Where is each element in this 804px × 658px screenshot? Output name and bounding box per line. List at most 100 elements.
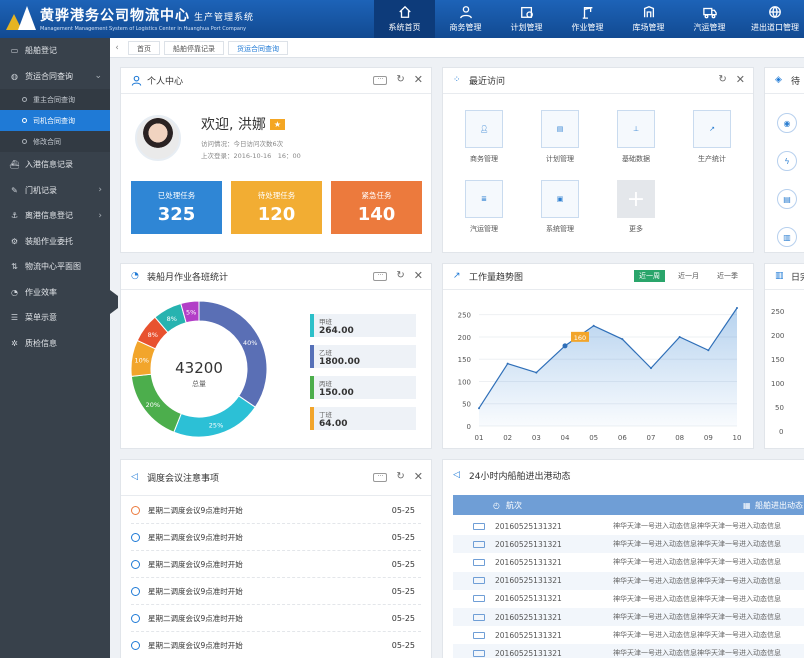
recent-item-system[interactable]: ▣ 系统管理 bbox=[534, 180, 586, 234]
refresh-icon[interactable]: ↻ bbox=[718, 75, 726, 85]
more-icon[interactable]: ··· bbox=[373, 472, 388, 482]
sidebar-item-quality[interactable]: ✲ 质检信息 bbox=[0, 331, 110, 357]
sidebar-item-departure[interactable]: ⚓ 离港信息登记 › bbox=[0, 203, 110, 229]
recent-item-statistics[interactable]: ↗ 生产统计 bbox=[686, 110, 738, 164]
chevron-left-icon[interactable]: ‹ bbox=[110, 43, 124, 53]
recent-item-truck[interactable]: ≣ 汽运管理 bbox=[458, 180, 510, 234]
ship-row[interactable]: 20160525131321 神华天津一号进入动态信息神华天津一号进入动态信息 bbox=[453, 608, 804, 626]
star-badge: ★ bbox=[269, 119, 285, 130]
recent-item-business[interactable]: 👤︎ 商务管理 bbox=[458, 110, 510, 164]
sidebar-item-efficiency[interactable]: ◔ 作业效率 bbox=[0, 280, 110, 306]
user-icon bbox=[459, 6, 472, 19]
ship-row[interactable]: 20160525131321 神华天津一号进入动态信息神华天津一号进入动态信息 bbox=[453, 571, 804, 590]
topnav-item-gate[interactable]: 进出道口管理 bbox=[740, 0, 804, 38]
clock-icon: ◴ bbox=[493, 500, 500, 510]
stat-label: 已处理任务 bbox=[157, 191, 196, 200]
svg-text:200: 200 bbox=[771, 332, 784, 340]
meeting-row[interactable]: 星期二调度会议9点准时开始 05-25 bbox=[131, 497, 421, 524]
trend-point bbox=[736, 307, 738, 309]
stat-card-pending[interactable]: 待处理任务 120 bbox=[231, 181, 322, 234]
sidebar-item-entry-record[interactable]: ⛴ 入港信息记录 bbox=[0, 152, 110, 178]
sidebar-item-contract-query[interactable]: ◍ 货运合同查询 ⌄ bbox=[0, 64, 110, 90]
ship-status: 神华天津一号进入动态信息神华天津一号进入动态信息 bbox=[613, 576, 781, 585]
sidebar-item-ship-register[interactable]: ▭ 船舶登记 bbox=[0, 38, 110, 64]
notice-icon[interactable]: ◉ bbox=[777, 113, 797, 133]
more-icon[interactable]: ··· bbox=[373, 75, 388, 85]
ship-status: 神华天津一号进入动态信息神华天津一号进入动态信息 bbox=[613, 594, 781, 603]
tab-week[interactable]: 近一周 bbox=[634, 270, 665, 282]
topnav-item-home[interactable]: 系统首页 bbox=[374, 0, 435, 38]
flash-icon[interactable]: ϟ bbox=[777, 151, 797, 171]
sidebar-item-crane-record[interactable]: ✎ 门机记录 › bbox=[0, 178, 110, 204]
settings-doc-icon: ▣ bbox=[541, 180, 579, 218]
recent-item-plan[interactable]: ▤ 计划管理 bbox=[534, 110, 586, 164]
legend-value: 1800.00 bbox=[319, 357, 360, 367]
x-tick-label: 03 bbox=[532, 434, 541, 442]
close-icon[interactable]: ✕ bbox=[414, 74, 423, 85]
topnav-item-truck[interactable]: 汽运管理 bbox=[679, 0, 740, 38]
grid-icon: ⁘ bbox=[453, 75, 461, 85]
trend-point bbox=[562, 343, 568, 349]
pie-slice bbox=[198, 300, 268, 408]
gauge-icon: ◔ bbox=[11, 287, 18, 297]
sidebar: ▭ 船舶登记 ◍ 货运合同查询 ⌄ 重主合同查询 司机合同查询 修改合同 ⛴ 入港信息记… bbox=[0, 38, 110, 658]
ship-row[interactable]: 20160525131321 神华天津一号进入动态信息神华天津一号进入动态信息 bbox=[453, 553, 804, 571]
sidebar-item-label: 货运合同查询 bbox=[25, 71, 73, 81]
ship-row[interactable]: 20160525131321 神华天津一号进入动态信息神华天津一号进入动态信息 bbox=[453, 626, 804, 644]
ship-row[interactable]: 20160525131321 神华天津一号进入动态信息神华天津一号进入动态信息 bbox=[453, 517, 804, 535]
meeting-row[interactable]: 星期二调度会议9点准时开始 05-25 bbox=[131, 524, 421, 551]
stat-value: 140 bbox=[357, 204, 396, 225]
sidebar-item-menu-demo[interactable]: ☰ 菜单示意 bbox=[0, 305, 110, 331]
recent-item-more[interactable]: + 更多 bbox=[610, 180, 662, 234]
tab-ship-record[interactable]: 船舶停靠记录 bbox=[164, 40, 224, 55]
megaphone-icon: ◁ bbox=[131, 472, 138, 482]
doc-icon[interactable]: ▤ bbox=[777, 189, 797, 209]
meeting-row[interactable]: 星期二调度会议9点准时开始 05-25 bbox=[131, 632, 421, 658]
pie-total-value: 43200 bbox=[175, 359, 223, 377]
sidebar-subitem-active[interactable]: 司机合同查询 bbox=[0, 110, 110, 131]
doc-icon[interactable]: ▥ bbox=[777, 227, 797, 247]
topnav-item-business[interactable]: 商务管理 bbox=[435, 0, 496, 38]
refresh-icon[interactable]: ↻ bbox=[396, 75, 404, 85]
tab-month[interactable]: 近一月 bbox=[673, 270, 704, 282]
sidebar-subitem[interactable]: 修改合同 bbox=[0, 131, 110, 152]
ship-row[interactable]: 20160525131321 神华天津一号进入动态信息神华天津一号进入动态信息 bbox=[453, 535, 804, 554]
panel-title: 个人中心 bbox=[147, 77, 184, 87]
meeting-panel: ◁ 调度会议注意事项 ··· ↻ ✕ 星期二调度会议9点准时开始 05-25 星期二调度会… bbox=[120, 459, 432, 658]
sidebar-item-label: 门机记录 bbox=[25, 185, 57, 195]
stat-card-processed[interactable]: 已处理任务 325 bbox=[131, 181, 222, 234]
chevron-right-icon: › bbox=[98, 185, 102, 196]
close-icon[interactable]: ✕ bbox=[736, 74, 745, 85]
user-icon: 👤︎ bbox=[465, 110, 503, 148]
sidebar-item-floorplan[interactable]: ⇅ 物流中心平面图 bbox=[0, 254, 110, 280]
close-icon[interactable]: ✕ bbox=[414, 270, 423, 281]
legend-label: 丙班 bbox=[319, 380, 332, 388]
clock-icon bbox=[131, 613, 140, 623]
topnav-item-operation[interactable]: 作业管理 bbox=[557, 0, 618, 38]
more-icon[interactable]: ··· bbox=[373, 271, 388, 281]
ship-status: 神华天津一号进入动态信息神华天津一号进入动态信息 bbox=[613, 558, 781, 567]
ship-status: 神华天津一号进入动态信息神华天津一号进入动态信息 bbox=[613, 522, 781, 530]
meeting-row[interactable]: 星期二调度会议9点准时开始 05-25 bbox=[131, 551, 421, 578]
sidebar-subitem[interactable]: 重主合同查询 bbox=[0, 89, 110, 110]
legend-item-yi: 乙班 1800.00 bbox=[310, 345, 416, 368]
tab-quarter[interactable]: 近一季 bbox=[712, 270, 743, 282]
meeting-row[interactable]: 星期二调度会议9点准时开始 05-25 bbox=[131, 578, 421, 605]
sidebar-item-label: 作业效率 bbox=[25, 287, 57, 297]
close-icon[interactable]: ✕ bbox=[414, 471, 423, 482]
sidebar-item-loading[interactable]: ⚙ 装船作业委托 bbox=[0, 229, 110, 255]
tab-contract-query[interactable]: 货运合同查询 bbox=[228, 40, 288, 55]
refresh-icon[interactable]: ↻ bbox=[396, 271, 404, 281]
topnav-item-warehouse[interactable]: 库场管理 bbox=[618, 0, 679, 38]
sidebar-collapse-toggle[interactable] bbox=[110, 290, 118, 314]
ship-row[interactable]: 20160525131321 神华天津一号进入动态信息神华天津一号进入动态信息 bbox=[453, 590, 804, 608]
recent-item-basedata[interactable]: ⊥ 基础数据 bbox=[610, 110, 662, 164]
ship-icon bbox=[473, 558, 485, 566]
topnav-item-plan[interactable]: 计划管理 bbox=[496, 0, 557, 38]
x-tick-label: 06 bbox=[618, 434, 627, 442]
tab-home[interactable]: 首页 bbox=[128, 40, 160, 55]
meeting-row[interactable]: 星期二调度会议9点准时开始 05-25 bbox=[131, 605, 421, 632]
refresh-icon[interactable]: ↻ bbox=[396, 472, 404, 482]
ship-row[interactable]: 20160525131321 神华天津一号进入动态信息神华天津一号进入动态信息 bbox=[453, 644, 804, 658]
stat-card-urgent[interactable]: 紧急任务 140 bbox=[331, 181, 422, 234]
